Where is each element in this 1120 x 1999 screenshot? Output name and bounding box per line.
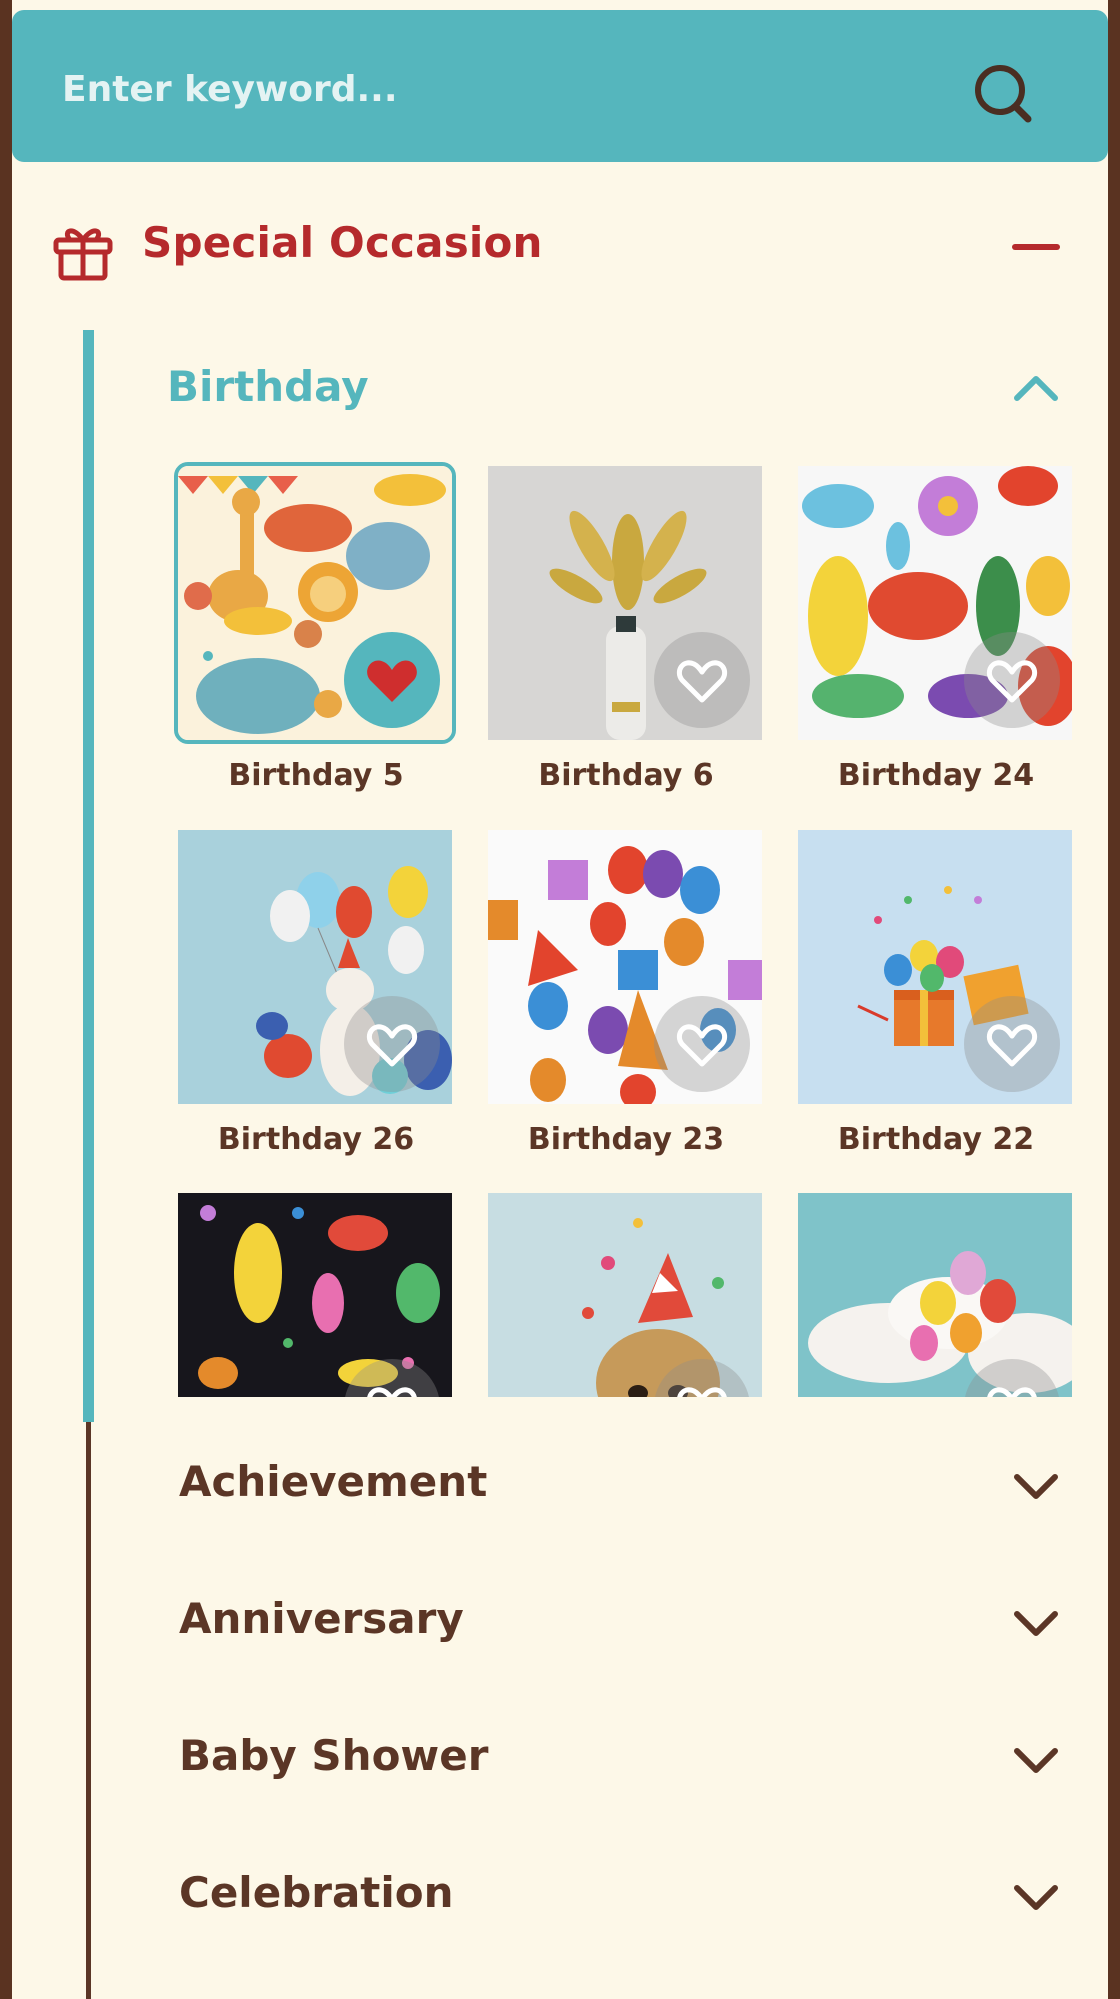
design-card[interactable]: [178, 1193, 454, 1397]
heart-filled-icon: [367, 660, 417, 702]
category-baby-shower[interactable]: Baby Shower: [167, 1717, 1067, 1797]
design-thumbnail[interactable]: [798, 466, 1072, 740]
section-header-special-occasion[interactable]: Special Occasion: [12, 200, 1108, 296]
heart-outline-icon: [367, 1387, 417, 1397]
subcategory-title: Birthday: [167, 362, 369, 411]
category-label: Baby Shower: [179, 1731, 489, 1780]
section-title: Special Occasion: [142, 218, 543, 267]
favorite-button[interactable]: [344, 632, 440, 728]
category-celebration[interactable]: Celebration: [167, 1854, 1067, 1934]
heart-outline-icon: [677, 1387, 727, 1397]
design-label: Birthday 5: [228, 758, 404, 793]
chevron-down-icon[interactable]: [1011, 1461, 1061, 1511]
design-thumbnail[interactable]: [488, 466, 762, 740]
favorite-button[interactable]: [654, 996, 750, 1092]
favorite-button[interactable]: [654, 632, 750, 728]
design-card[interactable]: Birthday 24: [798, 466, 1074, 793]
category-label: Anniversary: [179, 1594, 464, 1643]
app-frame: Special Occasion Birthday: [12, 0, 1108, 1999]
design-thumbnail[interactable]: [488, 830, 762, 1104]
design-label: Birthday 24: [837, 758, 1035, 793]
design-card[interactable]: Birthday 22: [798, 830, 1074, 1157]
design-label: Birthday 6: [538, 758, 714, 793]
design-label: Birthday 26: [217, 1122, 415, 1157]
design-card[interactable]: Birthday 26: [178, 830, 454, 1157]
design-card[interactable]: Birthday 23: [488, 830, 764, 1157]
chevron-up-icon[interactable]: [1011, 364, 1061, 414]
search-input[interactable]: [60, 58, 924, 120]
subcategory-header-birthday[interactable]: Birthday: [167, 350, 1067, 430]
design-card[interactable]: [798, 1193, 1074, 1397]
favorite-button[interactable]: [964, 996, 1060, 1092]
active-tree-rail: [83, 330, 94, 1422]
design-card[interactable]: Birthday 5: [174, 462, 456, 793]
chevron-down-icon[interactable]: [1011, 1735, 1061, 1785]
heart-outline-icon: [986, 1024, 1038, 1067]
design-thumbnail[interactable]: [488, 1193, 762, 1397]
heart-outline-icon: [366, 1024, 418, 1067]
chevron-down-icon[interactable]: [1011, 1872, 1061, 1922]
design-grid: Birthday 5 Birthday 6 Birthday 24 Birthd…: [172, 460, 1092, 1397]
design-label: Birthday 22: [837, 1122, 1035, 1157]
design-card[interactable]: Birthday 6: [488, 466, 764, 793]
category-achievement[interactable]: Achievement: [167, 1443, 1067, 1523]
design-thumbnail[interactable]: [174, 462, 456, 744]
category-label: Achievement: [179, 1457, 488, 1506]
design-label: Birthday 23: [527, 1122, 725, 1157]
category-label: Celebration: [179, 1868, 454, 1917]
collapse-minus-icon[interactable]: [1012, 244, 1060, 250]
heart-outline-icon: [676, 1024, 728, 1067]
design-thumbnail[interactable]: [178, 830, 452, 1104]
design-thumbnail[interactable]: [178, 1193, 452, 1397]
favorite-button[interactable]: [344, 996, 440, 1092]
heart-outline-icon: [987, 1387, 1037, 1397]
category-anniversary[interactable]: Anniversary: [167, 1580, 1067, 1660]
design-thumbnail[interactable]: [798, 1193, 1072, 1397]
search-bar: [12, 10, 1108, 162]
favorite-button[interactable]: [964, 632, 1060, 728]
chevron-down-icon[interactable]: [1011, 1598, 1061, 1648]
search-icon[interactable]: [968, 58, 1040, 130]
design-thumbnail[interactable]: [798, 830, 1072, 1104]
heart-outline-icon: [676, 660, 728, 703]
design-card[interactable]: [488, 1193, 764, 1397]
heart-outline-icon: [986, 660, 1038, 703]
gift-icon: [53, 228, 113, 281]
